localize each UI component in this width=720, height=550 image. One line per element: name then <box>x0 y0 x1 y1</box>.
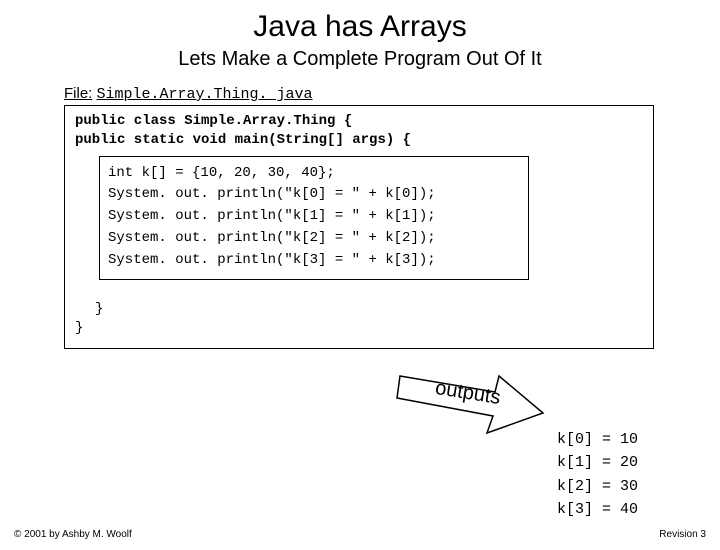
arrow-label: outputs <box>434 377 502 410</box>
main-declaration: public static void main(String[] args) { <box>75 131 643 150</box>
file-label: File: Simple.Array.Thing. java <box>64 85 720 103</box>
code-line: System. out. println("k[2] = " + k[2]); <box>108 228 520 250</box>
file-name: Simple.Array.Thing. java <box>97 86 313 103</box>
output-line: k[3] = 40 <box>557 498 638 521</box>
close-main: } <box>95 300 643 319</box>
code-line: System. out. println("k[0] = " + k[0]); <box>108 184 520 206</box>
class-declaration: public class Simple.Array.Thing { <box>75 112 643 131</box>
footer-revision: Revision 3 <box>659 529 706 540</box>
closing-braces: } } <box>75 300 643 338</box>
file-prefix: File: <box>64 85 92 102</box>
output-line: k[1] = 20 <box>557 451 638 474</box>
slide-subtitle: Lets Make a Complete Program Out Of It <box>0 48 720 71</box>
code-outer-box: public class Simple.Array.Thing { public… <box>64 105 654 349</box>
code-line: System. out. println("k[1] = " + k[1]); <box>108 206 520 228</box>
output-line: k[0] = 10 <box>557 428 638 451</box>
code-inner-box: int k[] = {10, 20, 30, 40}; System. out.… <box>99 156 529 280</box>
close-class: } <box>75 319 643 338</box>
program-output: k[0] = 10 k[1] = 20 k[2] = 30 k[3] = 40 <box>557 428 638 521</box>
footer-copyright: © 2001 by Ashby M. Woolf <box>14 529 132 540</box>
code-line: System. out. println("k[3] = " + k[3]); <box>108 250 520 272</box>
outputs-arrow: outputs <box>395 368 545 438</box>
code-line: int k[] = {10, 20, 30, 40}; <box>108 163 520 185</box>
arrow-icon <box>395 368 545 438</box>
output-line: k[2] = 30 <box>557 475 638 498</box>
slide-title: Java has Arrays <box>0 10 720 44</box>
